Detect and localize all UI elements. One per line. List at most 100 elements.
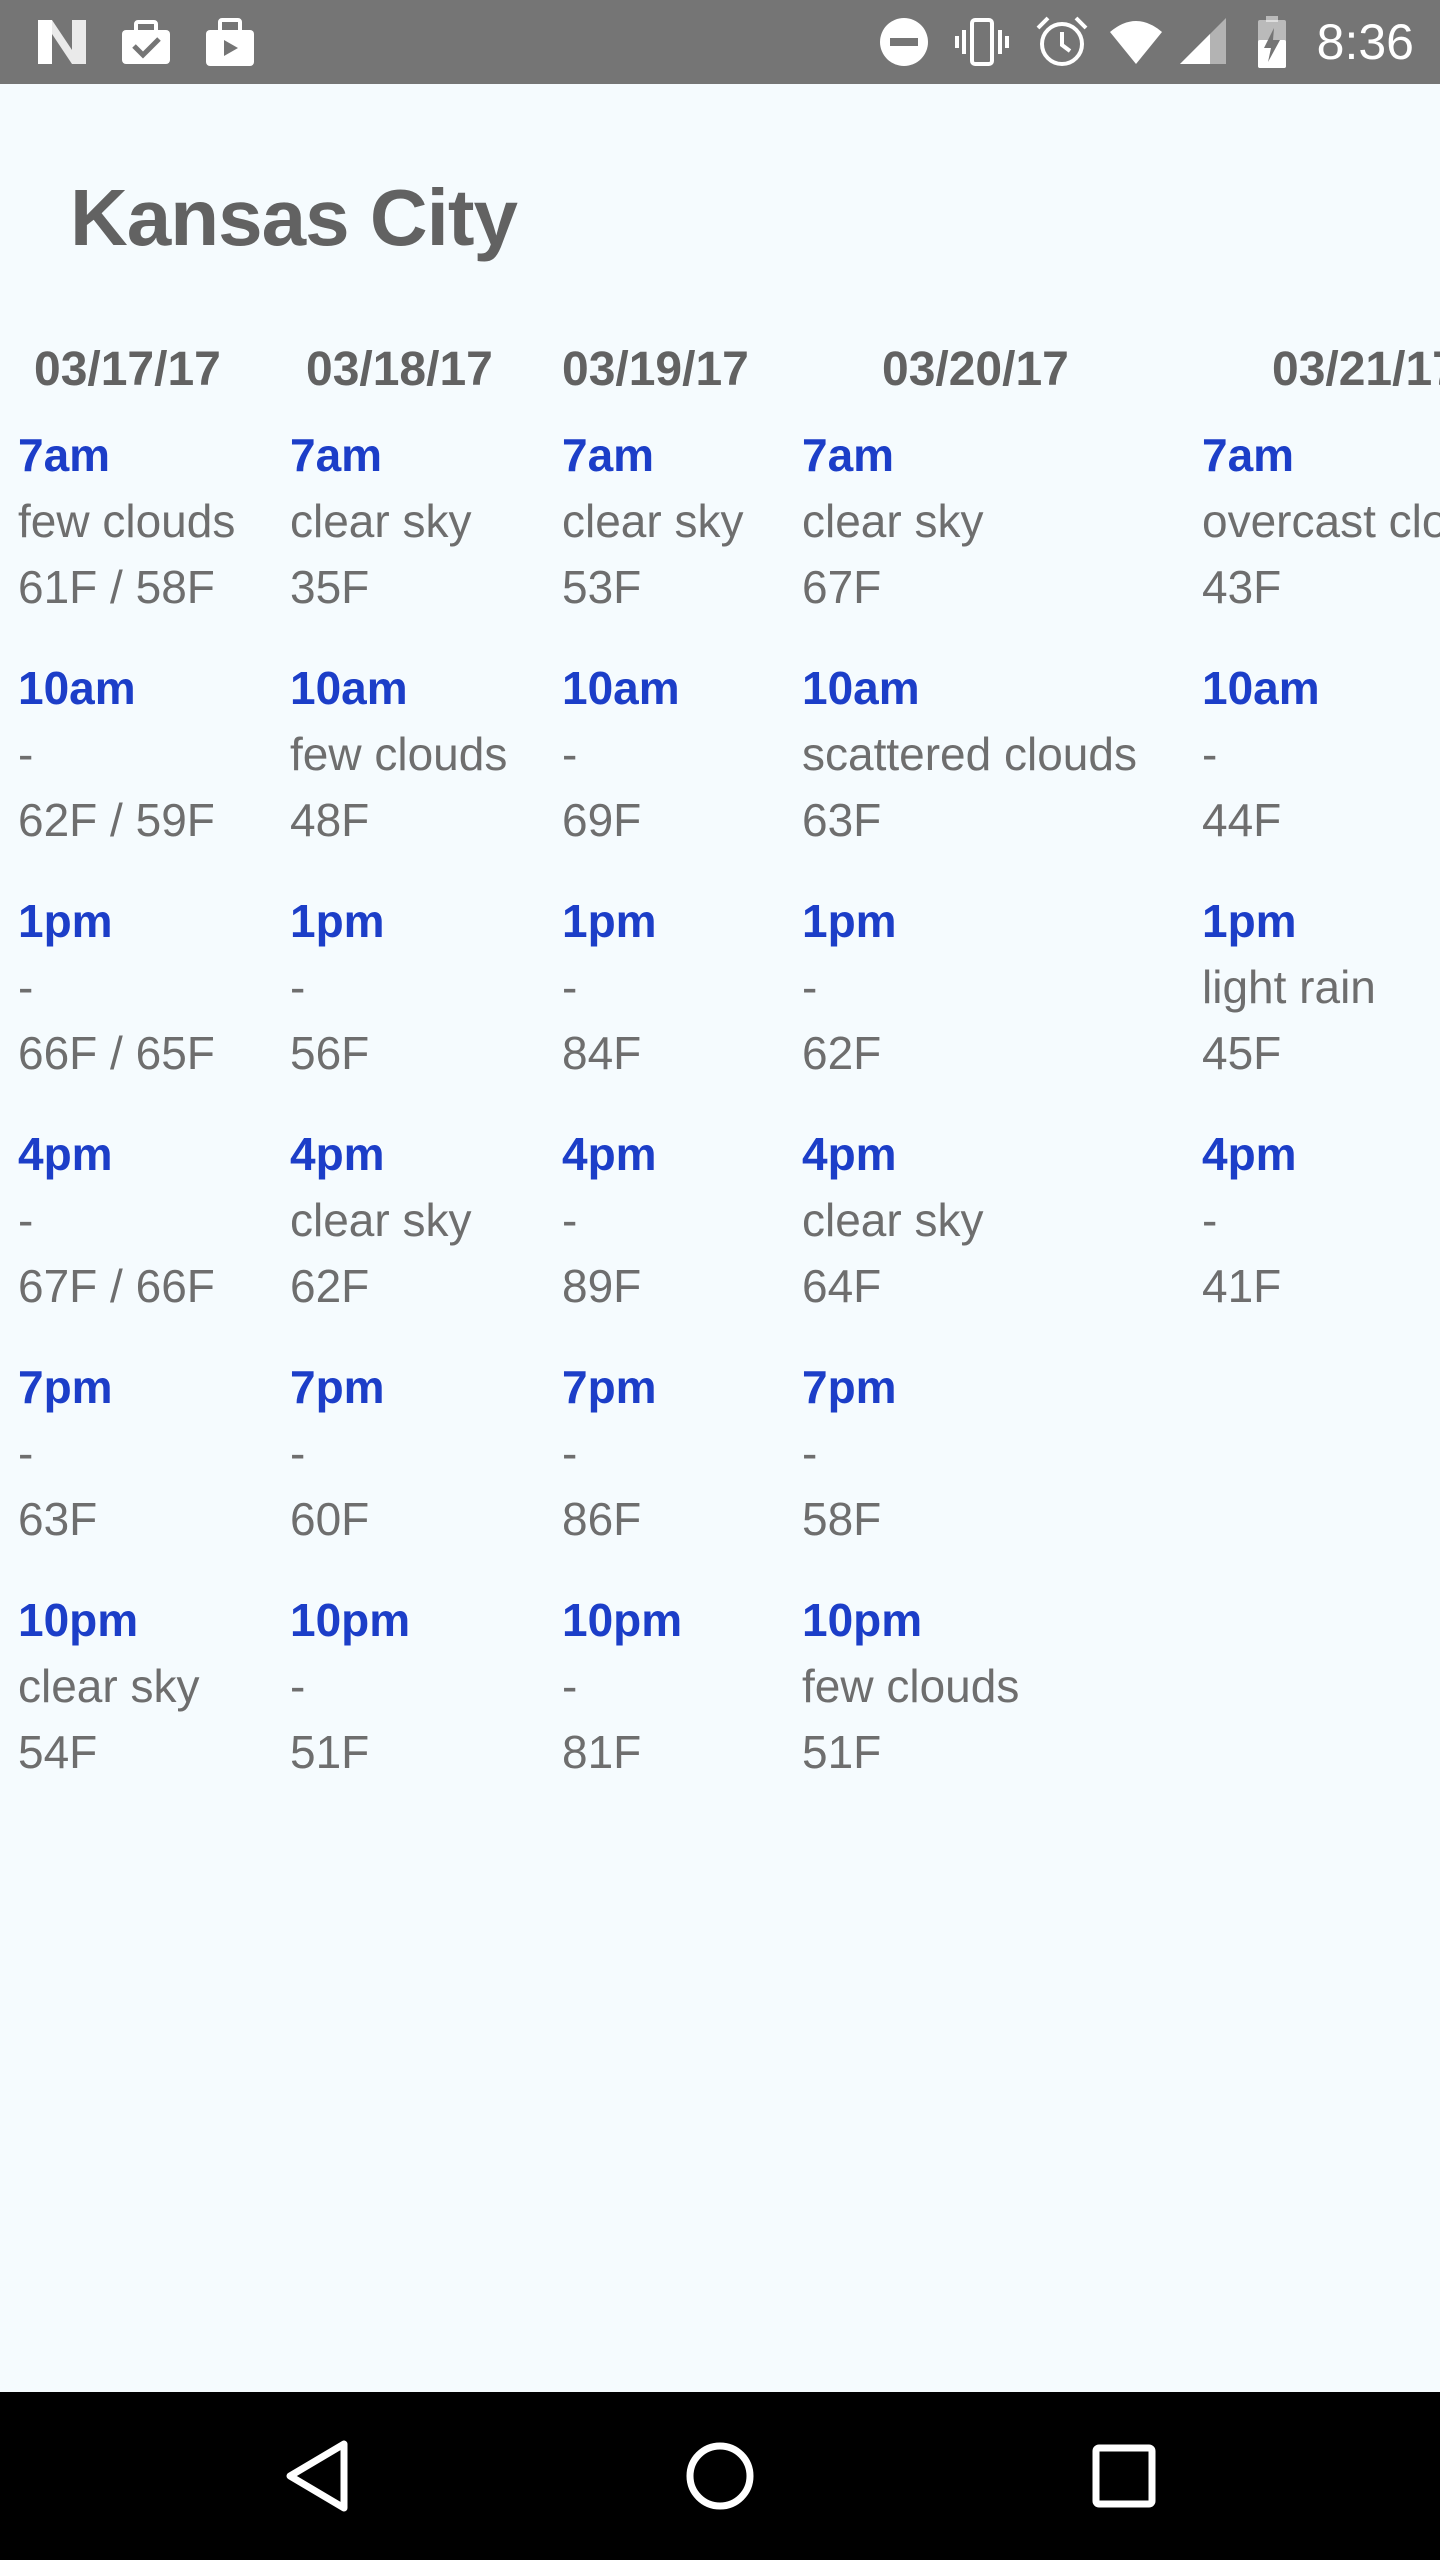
- slot-time: 1pm: [562, 895, 657, 947]
- slot-temperature: 84F: [562, 1027, 642, 1079]
- recents-icon[interactable]: [1074, 2426, 1174, 2526]
- slot-temperature: 51F: [802, 1726, 882, 1778]
- cell-signal-icon: [1180, 18, 1226, 64]
- slot-temperature: 41F: [1202, 1260, 1282, 1312]
- slot-time: 1pm: [290, 895, 385, 947]
- slot-time: 10am: [562, 662, 680, 714]
- forecast-slot: 7pm - 63F: [18, 1354, 113, 1552]
- slot-time: 10am: [18, 662, 136, 714]
- slot-description: few clouds: [290, 728, 508, 780]
- slot-temperature: 44F: [1202, 794, 1282, 846]
- forecast-slot: 10am - 44F: [1202, 655, 1320, 853]
- slot-temperature: 62F: [802, 1027, 882, 1079]
- slot-time: 10pm: [290, 1594, 411, 1646]
- slot-description: -: [18, 1194, 34, 1246]
- slot-temperature: 67F: [802, 561, 882, 613]
- slot-description: -: [562, 728, 578, 780]
- slot-description: -: [290, 961, 306, 1013]
- slot-temperature: 48F: [290, 794, 370, 846]
- slot-temperature: 69F: [562, 794, 642, 846]
- slot-time: 4pm: [802, 1128, 897, 1180]
- slot-time: 7am: [18, 429, 111, 481]
- forecast-slot: 4pm - 89F: [562, 1121, 657, 1319]
- slot-description: -: [562, 1194, 578, 1246]
- back-icon[interactable]: [266, 2426, 366, 2526]
- slot-time: 10pm: [802, 1594, 923, 1646]
- forecast-slot: 1pm - 62F: [802, 888, 897, 1086]
- date-header: 03/18/17: [306, 343, 493, 396]
- slot-temperature: 60F: [290, 1493, 370, 1545]
- forecast-slot: 10am - 69F: [562, 655, 680, 853]
- slot-description: few clouds: [18, 495, 236, 547]
- status-bar: 8:36: [0, 0, 1440, 84]
- slot-temperature: 67F / 66F: [18, 1260, 215, 1312]
- forecast-slot: 7am clear sky 35F: [290, 422, 471, 620]
- slot-description: -: [562, 1427, 578, 1479]
- battery-icon: [1258, 16, 1286, 68]
- slot-time: 7pm: [562, 1361, 657, 1413]
- slot-temperature: 63F: [18, 1493, 98, 1545]
- forecast-slot: 7pm - 86F: [562, 1354, 657, 1552]
- forecast-slot: 4pm - 41F: [1202, 1121, 1297, 1319]
- forecast-slot: 10am few clouds 48F: [290, 655, 507, 853]
- home-icon[interactable]: [670, 2426, 770, 2526]
- slot-description: -: [18, 728, 34, 780]
- city-title: Kansas City: [70, 173, 518, 262]
- slot-description: clear sky: [290, 495, 472, 547]
- date-header: 03/19/17: [562, 343, 749, 396]
- slot-time: 7pm: [18, 1361, 113, 1413]
- forecast-slot: 1pm light rain 45F: [1202, 888, 1376, 1086]
- slot-description: light rain: [1202, 961, 1376, 1013]
- forecast-slot: 10pm few clouds 51F: [802, 1587, 1019, 1785]
- slot-time: 10pm: [18, 1594, 139, 1646]
- slot-time: 7am: [1202, 429, 1295, 481]
- slot-description: scattered clouds: [802, 728, 1137, 780]
- alarm-icon: [1036, 16, 1088, 66]
- date-header: 03/20/17: [882, 343, 1069, 396]
- forecast-slot: 10pm clear sky 54F: [18, 1587, 199, 1785]
- slot-time: 4pm: [290, 1128, 385, 1180]
- slot-temperature: 56F: [290, 1027, 370, 1079]
- forecast-screen: Kansas City 03/17/17 03/18/17 03/19/17 0…: [0, 84, 1440, 2392]
- slot-temperature: 86F: [562, 1493, 642, 1545]
- forecast-slot: 7am overcast clouds 43F: [1202, 422, 1440, 620]
- slot-time: 7am: [290, 429, 383, 481]
- n-notification-icon: [38, 20, 86, 64]
- slot-description: clear sky: [802, 1194, 984, 1246]
- slot-temperature: 51F: [290, 1726, 370, 1778]
- slot-description: clear sky: [290, 1194, 472, 1246]
- date-header: 03/17/17: [34, 343, 221, 396]
- slot-description: overcast clouds: [1202, 495, 1440, 547]
- slot-description: -: [802, 961, 818, 1013]
- slot-description: -: [562, 1660, 578, 1712]
- slot-description: -: [562, 961, 578, 1013]
- slot-description: -: [802, 1427, 818, 1479]
- slot-description: -: [1202, 728, 1218, 780]
- slot-temperature: 61F / 58F: [18, 561, 215, 613]
- forecast-slot: 10am - 62F / 59F: [18, 655, 215, 853]
- slot-temperature: 62F / 59F: [18, 794, 215, 846]
- slot-temperature: 64F: [802, 1260, 882, 1312]
- forecast-slot: 1pm - 56F: [290, 888, 385, 1086]
- slot-time: 4pm: [18, 1128, 113, 1180]
- slot-temperature: 81F: [562, 1726, 642, 1778]
- slot-temperature: 63F: [802, 794, 882, 846]
- forecast-slot: 7am few clouds 61F / 58F: [18, 422, 235, 620]
- forecast-slot: 1pm - 66F / 65F: [18, 888, 215, 1086]
- slot-description: clear sky: [18, 1660, 200, 1712]
- forecast-slot: 10am scattered clouds 63F: [802, 655, 1137, 853]
- slot-time: 7am: [802, 429, 895, 481]
- date-header: 03/21/17: [1272, 343, 1440, 396]
- slot-temperature: 35F: [290, 561, 370, 613]
- slot-time: 7am: [562, 429, 655, 481]
- slot-time: 10pm: [562, 1594, 683, 1646]
- briefcase-check-icon: [122, 20, 170, 64]
- slot-time: 7pm: [290, 1361, 385, 1413]
- forecast-slot: 1pm - 84F: [562, 888, 657, 1086]
- slot-description: clear sky: [802, 495, 984, 547]
- forecast-slot: 10pm - 51F: [290, 1587, 410, 1785]
- forecast-slot: 7pm - 60F: [290, 1354, 385, 1552]
- do-not-disturb-icon: [880, 18, 928, 66]
- slot-time: 1pm: [18, 895, 113, 947]
- navigation-bar: [0, 2392, 1440, 2560]
